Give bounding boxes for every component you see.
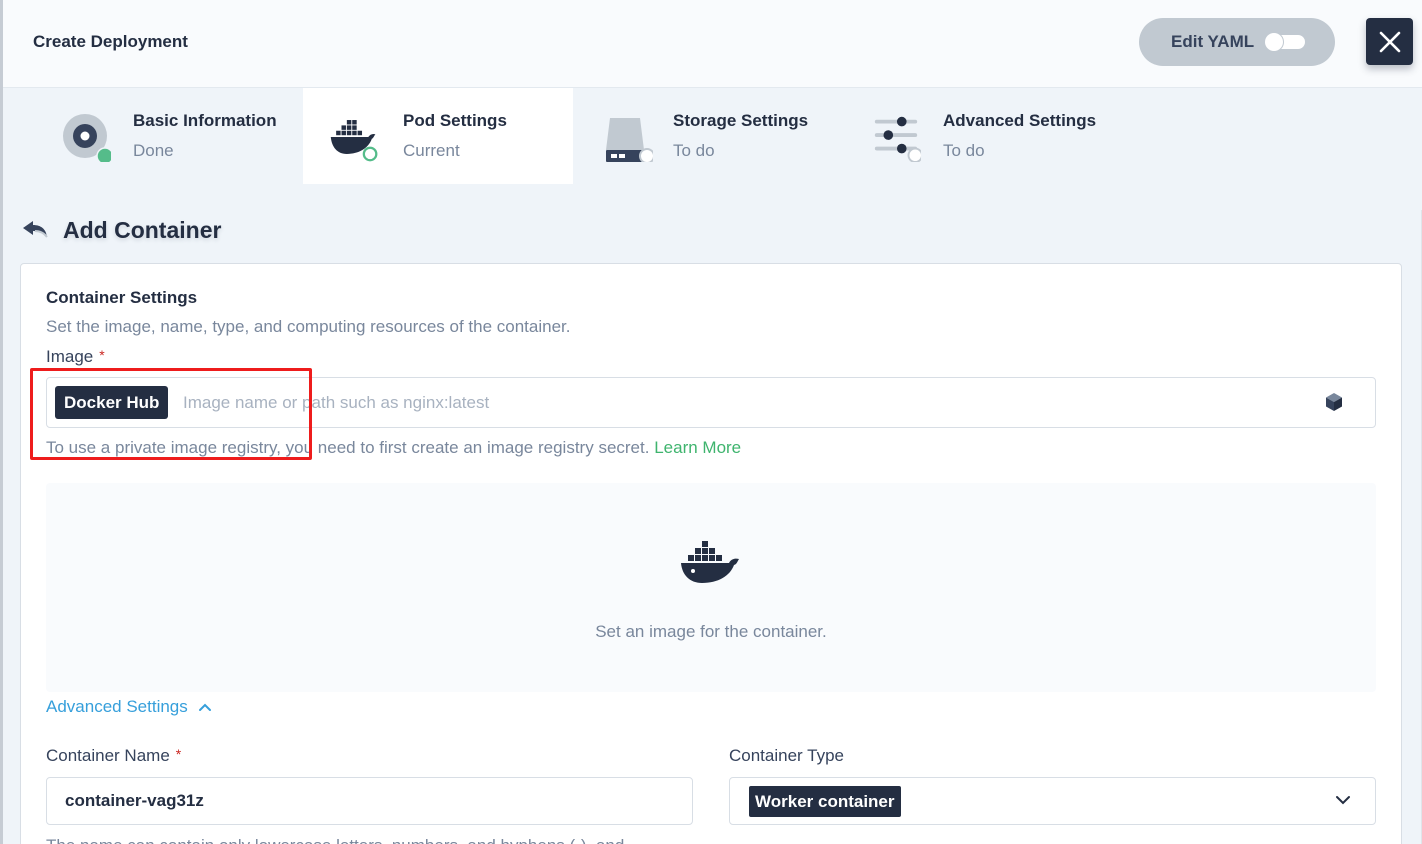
step-status: Current (403, 141, 460, 160)
image-label: Image * (46, 347, 105, 367)
step-advanced-settings[interactable]: Advanced Settings To do (843, 88, 1113, 184)
edit-yaml-toggle-button[interactable]: Edit YAML (1139, 18, 1335, 66)
container-type-select[interactable]: Worker container (729, 777, 1376, 825)
container-name-hint: The name can contain only lowercase lett… (46, 836, 624, 844)
modal-title: Create Deployment (33, 32, 188, 51)
sliders-icon (874, 116, 921, 162)
required-mark: * (175, 746, 182, 762)
image-label-text: Image (46, 347, 94, 366)
page-title: Add Container (63, 216, 222, 243)
advanced-settings-label: Advanced Settings (46, 697, 188, 716)
container-settings-card: Container Settings Set the image, name, … (20, 263, 1402, 844)
registry-selector[interactable]: Docker Hub (55, 386, 169, 419)
toggle-switch-icon (1265, 33, 1305, 51)
info-circle-icon (63, 114, 111, 162)
close-icon (1379, 31, 1400, 52)
docker-whale-icon (681, 541, 739, 583)
step-status: Done (133, 141, 174, 160)
wizard-steps: Basic Information Done Pod Settings Curr… (3, 88, 1422, 184)
chevron-up-icon (198, 703, 211, 711)
registry-hint: To use a private image registry, you nee… (46, 438, 741, 458)
step-title: Advanced Settings (943, 111, 1097, 130)
step-title: Pod Settings (403, 111, 507, 130)
step-status: To do (673, 141, 715, 160)
storage-disk-icon (606, 118, 653, 162)
edit-yaml-label: Edit YAML (1171, 32, 1255, 51)
step-title: Storage Settings (673, 111, 809, 130)
step-title: Basic Information (133, 111, 277, 130)
image-search-input[interactable] (183, 388, 1283, 418)
chevron-down-icon (1336, 796, 1350, 805)
empty-state-text: Set an image for the container. (595, 622, 827, 641)
section-description: Set the image, name, type, and computing… (46, 317, 571, 336)
page-heading: Add Container (21, 214, 221, 246)
create-deployment-modal: Create Deployment Edit YAML Basic Inform… (3, 0, 1422, 844)
image-cube-icon[interactable] (1324, 392, 1344, 412)
modal-header: Create Deployment Edit YAML (3, 0, 1422, 88)
required-mark: * (99, 347, 105, 363)
step-status: To do (943, 141, 985, 160)
image-empty-state: Set an image for the container. (46, 483, 1376, 692)
step-storage-settings[interactable]: Storage Settings To do (573, 88, 843, 184)
hint-text: To use a private image registry, you nee… (46, 438, 650, 457)
step-pod-settings[interactable]: Pod Settings Current (303, 88, 573, 184)
container-name-label: Container Name * (46, 746, 181, 766)
advanced-settings-toggle[interactable]: Advanced Settings (46, 697, 212, 717)
section-title: Container Settings (46, 288, 198, 307)
docker-whale-icon (330, 120, 378, 162)
learn-more-link[interactable]: Learn More (654, 438, 741, 457)
back-arrow-icon[interactable] (21, 219, 49, 241)
container-type-label: Container Type (729, 746, 844, 765)
image-input-group: Docker Hub (46, 377, 1376, 428)
step-basic-information[interactable]: Basic Information Done (3, 88, 277, 184)
container-name-label-text: Container Name (46, 746, 170, 765)
container-name-input[interactable]: container-vag31z (46, 777, 693, 825)
container-type-value: Worker container (749, 786, 901, 817)
close-button[interactable] (1366, 18, 1413, 65)
